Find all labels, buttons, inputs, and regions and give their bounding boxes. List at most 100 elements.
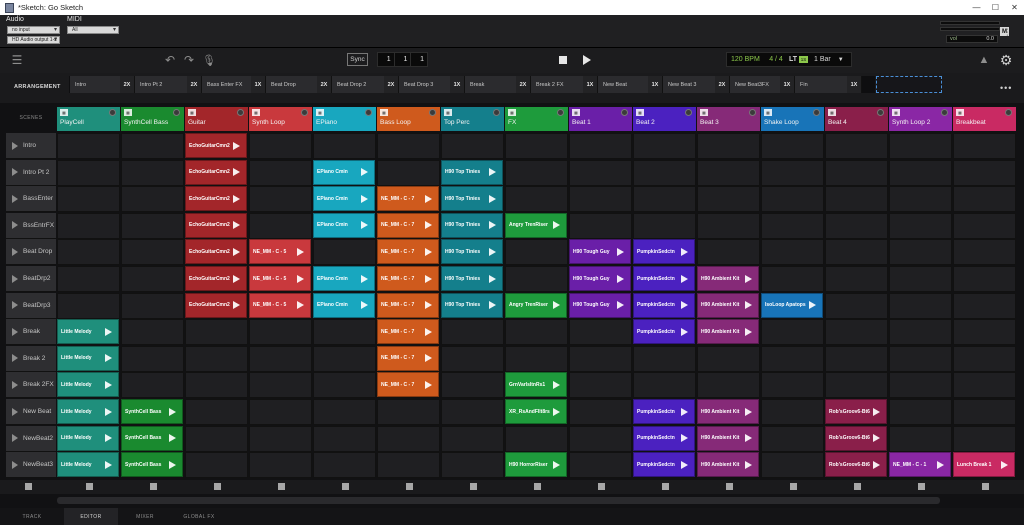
arrangement-item-repeat[interactable]: 1X xyxy=(648,76,662,93)
empty-clip-slot[interactable] xyxy=(761,399,824,425)
arrangement-item-repeat[interactable]: 1X xyxy=(450,76,464,93)
clip[interactable]: GrnVarIsltnRs1 xyxy=(505,372,567,398)
clip-play-icon[interactable] xyxy=(425,221,432,230)
empty-clip-slot[interactable] xyxy=(121,239,184,266)
empty-clip-slot[interactable] xyxy=(889,292,952,319)
clip[interactable]: H90 Top Tinies xyxy=(441,292,503,318)
clip-play-icon[interactable] xyxy=(553,221,560,230)
scene-launch-button[interactable]: BeatDrp3 xyxy=(6,292,56,319)
record-arm-icon[interactable] xyxy=(813,109,820,116)
clip[interactable]: H90 Ambient Kit xyxy=(697,266,759,291)
clip-play-icon[interactable] xyxy=(937,460,944,469)
stop-button[interactable] xyxy=(559,56,567,64)
minimize-icon[interactable]: — xyxy=(967,0,986,15)
clip-play-icon[interactable] xyxy=(745,274,752,283)
clip[interactable]: PumpkinSedctn xyxy=(633,399,695,424)
arrangement-item-repeat[interactable]: 2X xyxy=(715,76,729,93)
clip[interactable]: Rob'sGroov6-Bt6 xyxy=(825,425,887,451)
empty-clip-slot[interactable] xyxy=(313,319,376,346)
empty-clip-slot[interactable] xyxy=(57,292,120,319)
metronome-icon[interactable]: ▲ xyxy=(977,53,991,67)
clip[interactable]: H90 Ambient Kit xyxy=(697,452,759,478)
empty-clip-slot[interactable] xyxy=(57,266,120,292)
empty-clip-slot[interactable] xyxy=(761,345,824,372)
clip-play-icon[interactable] xyxy=(489,194,496,203)
scene-launch-button[interactable]: NewBeat2 xyxy=(6,425,56,452)
empty-clip-slot[interactable] xyxy=(761,319,824,346)
arrangement-item[interactable]: Beat Drop 2 2X xyxy=(332,76,399,93)
clip-play-icon[interactable] xyxy=(105,380,112,389)
clip-play-icon[interactable] xyxy=(617,247,624,256)
clip[interactable]: NE_MM - C - 7 xyxy=(377,292,439,318)
empty-clip-slot[interactable] xyxy=(57,186,120,213)
clip-play-icon[interactable] xyxy=(233,141,240,150)
record-arm-icon[interactable] xyxy=(557,109,564,116)
clip-play-icon[interactable] xyxy=(681,434,688,443)
track-stop-icon[interactable] xyxy=(470,483,477,490)
empty-clip-slot[interactable] xyxy=(761,212,824,239)
empty-clip-slot[interactable] xyxy=(57,212,120,239)
empty-clip-slot[interactable] xyxy=(825,319,888,346)
tempo-bpm[interactable]: 120 BPM xyxy=(727,56,763,63)
empty-clip-slot[interactable] xyxy=(377,452,440,479)
clip[interactable]: H90 Top Tinies xyxy=(441,239,503,265)
tab-editor[interactable]: EDITOR xyxy=(64,508,118,525)
clip[interactable]: EchoGuitarCmn2 xyxy=(185,212,247,238)
empty-clip-slot[interactable] xyxy=(121,133,184,159)
empty-clip-slot[interactable] xyxy=(761,133,824,159)
scene-launch-button[interactable]: Break xyxy=(6,319,56,346)
clip[interactable]: PumpkinSedctn xyxy=(633,452,695,478)
empty-clip-slot[interactable] xyxy=(569,319,632,346)
empty-clip-slot[interactable] xyxy=(825,186,888,213)
clip[interactable]: H90 Top Tinies xyxy=(441,212,503,238)
empty-clip-slot[interactable] xyxy=(249,345,312,372)
clip-play-icon[interactable] xyxy=(873,407,880,416)
track-stop-icon[interactable] xyxy=(918,483,925,490)
clip[interactable]: NE_MM - C - 7 xyxy=(377,239,439,265)
clip-play-icon[interactable] xyxy=(105,434,112,443)
position-display[interactable]: 1 1 1 xyxy=(377,52,428,67)
empty-clip-slot[interactable] xyxy=(441,372,504,399)
clip[interactable]: EchoGuitarCmn2 xyxy=(185,186,247,212)
arrangement-item[interactable]: Intro 2X xyxy=(70,76,135,93)
clip-play-icon[interactable] xyxy=(169,407,176,416)
maximize-icon[interactable]: ☐ xyxy=(986,0,1005,15)
clip[interactable]: PumpkinSedctn xyxy=(633,292,695,318)
clip-play-icon[interactable] xyxy=(681,407,688,416)
clip-play-icon[interactable] xyxy=(553,301,560,310)
empty-clip-slot[interactable] xyxy=(697,159,760,186)
clip-play-icon[interactable] xyxy=(297,274,304,283)
empty-clip-slot[interactable] xyxy=(953,239,1016,266)
empty-clip-slot[interactable] xyxy=(505,319,568,346)
empty-clip-slot[interactable] xyxy=(57,133,120,159)
record-arm-icon[interactable] xyxy=(109,109,116,116)
clip-play-icon[interactable] xyxy=(489,274,496,283)
arrangement-item-repeat[interactable]: 2X xyxy=(317,76,331,93)
empty-clip-slot[interactable] xyxy=(313,133,376,159)
clip[interactable]: Little Melody xyxy=(57,372,119,398)
clip-play-icon[interactable] xyxy=(617,274,624,283)
empty-clip-slot[interactable] xyxy=(569,425,632,452)
arrangement-item[interactable]: Beat Drop 3 1X xyxy=(399,76,465,93)
clip[interactable]: Rob'sGroov6-Bt6 xyxy=(825,452,887,478)
clip-play-icon[interactable] xyxy=(681,327,688,336)
empty-clip-slot[interactable] xyxy=(121,212,184,239)
track-stop-icon[interactable] xyxy=(86,483,93,490)
empty-clip-slot[interactable] xyxy=(697,345,760,372)
clip-play-icon[interactable] xyxy=(553,380,560,389)
track-header[interactable]: ▦ Synth Loop xyxy=(249,107,312,131)
volume-readout[interactable]: vol 0.0 xyxy=(946,35,998,43)
empty-clip-slot[interactable] xyxy=(889,159,952,186)
empty-clip-slot[interactable] xyxy=(121,345,184,372)
sync-button[interactable]: Sync xyxy=(347,53,368,66)
empty-clip-slot[interactable] xyxy=(121,372,184,399)
clip[interactable]: PumpkinSedctn xyxy=(633,239,695,265)
clip-play-icon[interactable] xyxy=(425,327,432,336)
arrangement-item[interactable]: New Beat3FX 1X xyxy=(730,76,795,93)
track-stop-icon[interactable] xyxy=(534,483,541,490)
clip-play-icon[interactable] xyxy=(105,460,112,469)
empty-clip-slot[interactable] xyxy=(441,319,504,346)
clip-play-icon[interactable] xyxy=(169,460,176,469)
empty-clip-slot[interactable] xyxy=(953,425,1016,452)
clip[interactable]: NE_MM - C - 1 xyxy=(889,452,951,478)
